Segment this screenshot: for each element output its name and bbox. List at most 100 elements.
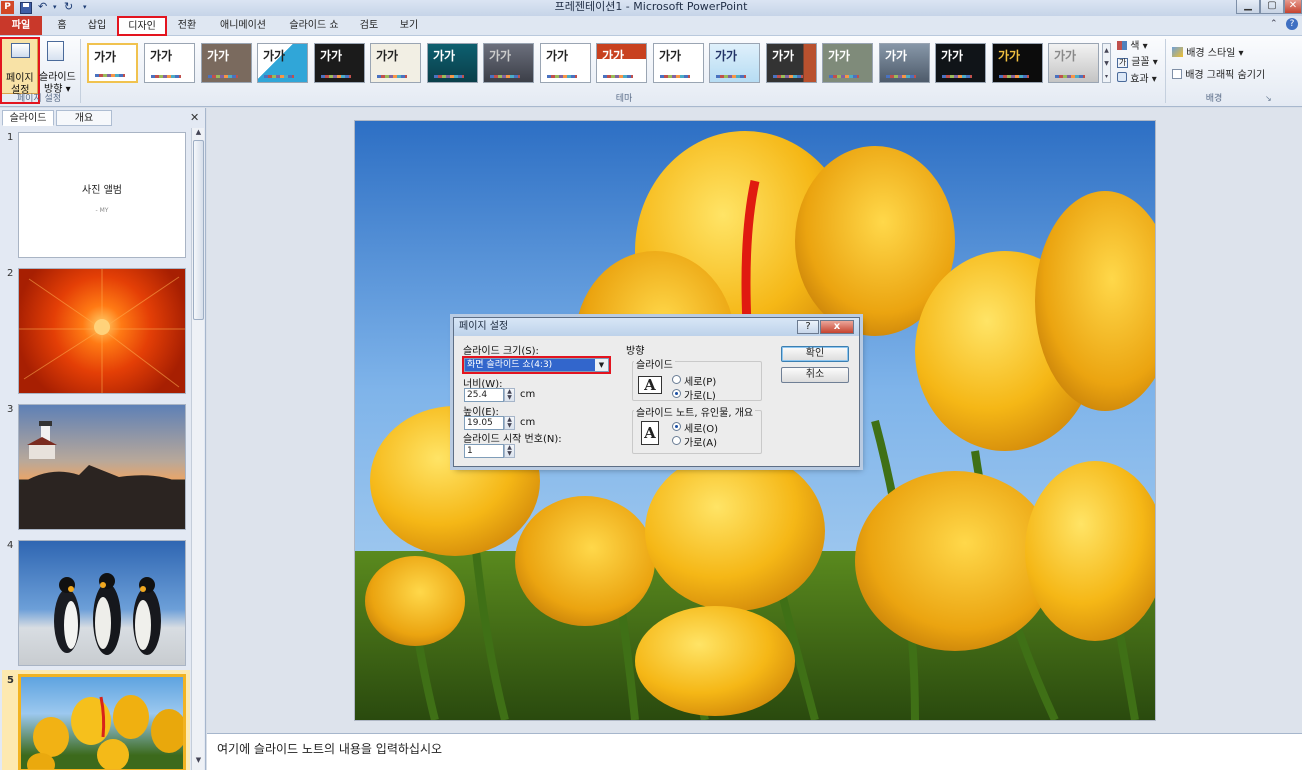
theme-12[interactable]: 가가 bbox=[709, 43, 760, 83]
slide-1-title: 사진 앨범 bbox=[82, 185, 122, 196]
height-input[interactable]: 19.05 bbox=[464, 416, 504, 430]
theme-18[interactable]: 가가 bbox=[1048, 43, 1099, 83]
theme-office[interactable]: 가가 bbox=[87, 43, 138, 83]
penguins-image bbox=[54, 573, 161, 655]
slide-notes-pane[interactable]: 여기에 슬라이드 노트의 내용을 입력하십시오 bbox=[207, 733, 1302, 770]
tab-transitions[interactable]: 전환 bbox=[172, 16, 202, 35]
theme-gallery-scroll[interactable]: ▲ ▼ ▾ bbox=[1102, 43, 1111, 83]
theme-10[interactable]: 가가 bbox=[596, 43, 647, 83]
slide-orientation-button[interactable]: 슬라이드 방향 ▾ bbox=[39, 38, 76, 95]
notes-portrait-radio[interactable] bbox=[672, 422, 681, 431]
slide-orientation-icon bbox=[47, 41, 64, 61]
theme-17[interactable]: 가가 bbox=[992, 43, 1043, 83]
cancel-button[interactable]: 취소 bbox=[781, 367, 849, 383]
design-tab-highlight bbox=[117, 16, 167, 36]
hide-background-graphics-checkbox[interactable]: 배경 그래픽 숨기기 bbox=[1172, 68, 1265, 83]
tab-outline[interactable]: 개요 bbox=[56, 110, 112, 126]
width-input[interactable]: 25.4 bbox=[464, 388, 504, 402]
tab-review[interactable]: 검토 bbox=[354, 16, 384, 35]
slides-pane: 슬라이드 개요 ✕ ▲ ▼ 1 사진 앨범 - MY 2 3 4 5 bbox=[0, 108, 206, 770]
theme-4[interactable]: 가가 bbox=[257, 43, 308, 83]
theme-3[interactable]: 가가 bbox=[201, 43, 252, 83]
slide-thumbnail-1[interactable]: 사진 앨범 - MY bbox=[18, 132, 186, 258]
background-dialog-launcher-icon[interactable]: ↘ bbox=[1265, 94, 1272, 103]
start-number-input[interactable]: 1 bbox=[464, 444, 504, 458]
close-window-icon[interactable]: ✕ bbox=[1284, 0, 1302, 14]
group-divider bbox=[80, 39, 81, 103]
portrait-label: 세로(P) bbox=[684, 377, 717, 388]
notes-group-label: 슬라이드 노트, 유인물, 개요 bbox=[634, 404, 756, 419]
portrait-radio[interactable] bbox=[672, 375, 681, 384]
height-spinner[interactable]: ▲ ▼ bbox=[504, 416, 515, 430]
group-label-theme: 테마 bbox=[615, 94, 633, 104]
theme-11[interactable]: 가가 bbox=[653, 43, 704, 83]
theme-fonts-button[interactable]: 가 글꼴 ▾ bbox=[1117, 55, 1158, 70]
orientation-label: 방향 bbox=[626, 346, 645, 357]
theme-6[interactable]: 가가 bbox=[370, 43, 421, 83]
theme-colors-button[interactable]: 색 ▾ bbox=[1117, 39, 1148, 54]
pane-scrollbar[interactable]: ▲ ▼ bbox=[191, 128, 204, 770]
close-pane-icon[interactable]: ✕ bbox=[190, 111, 199, 124]
theme-14[interactable]: 가가 bbox=[822, 43, 873, 83]
portrait-page-icon: A bbox=[641, 421, 659, 445]
scroll-down-arrow[interactable]: ▼ bbox=[193, 756, 204, 768]
dialog-close-button[interactable]: x bbox=[820, 320, 854, 334]
tab-slideshow[interactable]: 슬라이드 쇼 bbox=[282, 16, 346, 35]
landscape-page-icon: A bbox=[638, 376, 662, 394]
slide-size-highlight bbox=[462, 356, 611, 374]
page-setup-dialog: 페이지 설정 ? x 슬라이드 크기(S): 화면 슬라이드 쇼(4:3) ▼ … bbox=[453, 317, 860, 467]
maximize-icon[interactable]: ▢ bbox=[1260, 0, 1284, 14]
theme-13[interactable]: 가가 bbox=[766, 43, 817, 83]
tab-view[interactable]: 보기 bbox=[394, 16, 424, 35]
theme-16[interactable]: 가가 bbox=[935, 43, 986, 83]
checkbox-icon bbox=[1172, 69, 1182, 79]
theme-colors-icon bbox=[1117, 41, 1127, 50]
width-spinner[interactable]: ▲ ▼ bbox=[504, 388, 515, 402]
theme-9[interactable]: 가가 bbox=[540, 43, 591, 83]
tab-insert[interactable]: 삽입 bbox=[82, 16, 112, 35]
start-number-spinner[interactable]: ▲ ▼ bbox=[504, 444, 515, 458]
minimize-ribbon-icon[interactable]: ⌃ bbox=[1270, 19, 1278, 29]
landscape-radio[interactable] bbox=[672, 389, 681, 398]
scroll-thumb[interactable] bbox=[193, 140, 204, 320]
slide-number: 5 bbox=[7, 675, 14, 686]
lighthouse-image bbox=[19, 421, 185, 529]
width-unit: cm bbox=[520, 389, 536, 400]
tab-animations[interactable]: 애니메이션 bbox=[212, 16, 274, 35]
minimize-icon[interactable]: ▁ bbox=[1236, 0, 1260, 14]
group-label-background: 배경 bbox=[1205, 94, 1223, 104]
scroll-up-arrow[interactable]: ▲ bbox=[193, 128, 204, 140]
slide-thumbnail-3[interactable] bbox=[18, 404, 186, 530]
notes-landscape-radio[interactable] bbox=[672, 436, 681, 445]
chrysanthemum-image bbox=[19, 269, 185, 393]
theme-7[interactable]: 가가 bbox=[427, 43, 478, 83]
title-bar: P ↶ ▾ ↻ ▾ 프레젠테이션1 - Microsoft PowerPoint… bbox=[0, 0, 1302, 16]
design-ribbon: 페이지 설정 슬라이드 방향 ▾ 페이지 설정 가가 가가 가가 가가 가가 가… bbox=[0, 36, 1302, 107]
tab-slides[interactable]: 슬라이드 bbox=[2, 110, 54, 126]
theme-15[interactable]: 가가 bbox=[879, 43, 930, 83]
theme-5[interactable]: 가가 bbox=[314, 43, 365, 83]
start-number-label: 슬라이드 시작 번호(N): bbox=[463, 434, 562, 445]
theme-effects-button[interactable]: 효과 ▾ bbox=[1117, 72, 1157, 87]
window-title: 프레젠테이션1 - Microsoft PowerPoint bbox=[554, 0, 748, 13]
theme-2[interactable]: 가가 bbox=[144, 43, 195, 83]
slide-number: 1 bbox=[7, 132, 14, 143]
theme-8[interactable]: 가가 bbox=[483, 43, 534, 83]
ok-button[interactable]: 확인 bbox=[781, 346, 849, 362]
slide-1-subtitle: - MY bbox=[95, 207, 109, 214]
tab-file[interactable]: 파일 bbox=[0, 16, 42, 35]
slide-number: 3 bbox=[7, 404, 14, 415]
ribbon-tab-row: 파일 홈 삽입 디자인 전환 애니메이션 슬라이드 쇼 검토 보기 ⌃ ? bbox=[0, 16, 1302, 36]
help-icon[interactable]: ? bbox=[1286, 18, 1298, 30]
dialog-help-button[interactable]: ? bbox=[797, 320, 819, 334]
dialog-title: 페이지 설정 bbox=[459, 321, 509, 332]
notes-portrait-label: 세로(O) bbox=[684, 424, 719, 435]
notes-landscape-label: 가로(A) bbox=[684, 438, 718, 449]
tab-home[interactable]: 홈 bbox=[48, 16, 76, 35]
slide-thumbnail-5[interactable] bbox=[18, 674, 186, 770]
tulips-thumbnail-image bbox=[27, 695, 183, 769]
slide-thumbnail-2[interactable] bbox=[18, 268, 186, 394]
slide-thumbnail-4[interactable] bbox=[18, 540, 186, 666]
theme-fonts-icon: 가 bbox=[1117, 58, 1128, 68]
background-styles-button[interactable]: 배경 스타일 ▾ bbox=[1172, 46, 1244, 61]
